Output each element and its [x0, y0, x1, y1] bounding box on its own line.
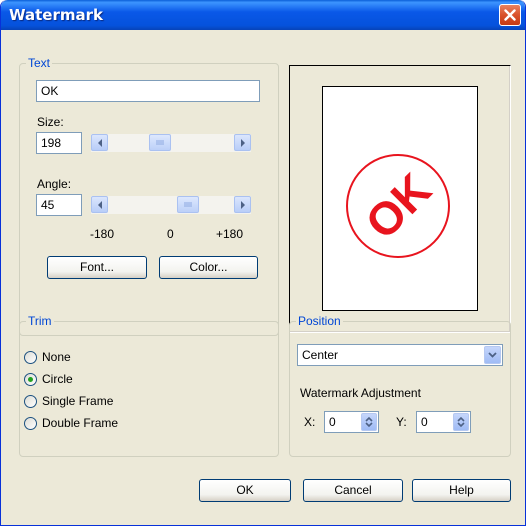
trim-option-label: None — [42, 350, 71, 364]
size-slider[interactable] — [91, 134, 251, 152]
watermark-dialog: Watermark Text OK Size: 198 Angle: 45 -1… — [0, 0, 526, 526]
angle-slider[interactable] — [91, 196, 251, 214]
ok-button[interactable]: OK — [199, 479, 291, 502]
watermark-adjustment-label: Watermark Adjustment — [300, 386, 421, 400]
trim-option-none[interactable]: None — [24, 348, 71, 366]
angle-slider-thumb[interactable] — [177, 196, 199, 213]
spin-arrows-icon — [457, 416, 465, 428]
y-spinner-buttons[interactable] — [453, 413, 469, 431]
arrow-left-icon — [97, 200, 102, 209]
trim-group-legend: Trim — [28, 314, 52, 328]
dialog-client-area: Text OK Size: 198 Angle: 45 -180 0 +180 … — [4, 30, 522, 522]
angle-slider-right-button[interactable] — [234, 196, 251, 213]
font-button[interactable]: Font... — [47, 256, 147, 279]
close-button[interactable] — [499, 4, 521, 26]
angle-slider-left-button[interactable] — [91, 196, 108, 213]
position-dropdown-button[interactable] — [484, 346, 501, 364]
angle-max-label: +180 — [216, 227, 244, 241]
size-label: Size: — [37, 115, 64, 129]
radio-single-frame[interactable] — [24, 394, 37, 408]
angle-min-label: -180 — [90, 227, 115, 241]
radio-circle[interactable] — [24, 372, 37, 386]
position-dropdown[interactable]: Center — [297, 344, 503, 366]
trim-option-double-frame[interactable]: Double Frame — [24, 414, 118, 432]
radio-none[interactable] — [24, 350, 37, 364]
trim-option-label: Circle — [42, 372, 73, 386]
size-slider-right-button[interactable] — [234, 134, 251, 151]
watermark-preview-circle: OK — [346, 154, 450, 258]
arrow-right-icon — [240, 200, 245, 209]
y-value: 0 — [421, 415, 428, 429]
position-group-legend: Position — [298, 314, 341, 328]
trim-option-label: Single Frame — [42, 394, 114, 408]
grip-icon — [156, 140, 164, 145]
angle-mid-label: 0 — [167, 227, 174, 241]
title-bar[interactable]: Watermark — [1, 0, 525, 30]
trim-option-label: Double Frame — [42, 416, 119, 430]
window-title: Watermark — [9, 6, 103, 24]
text-group-legend: Text — [28, 56, 51, 70]
preview-page: OK — [322, 86, 478, 311]
position-selected-value: Center — [302, 348, 339, 362]
watermark-preview-text: OK — [355, 163, 441, 249]
trim-option-single-frame[interactable]: Single Frame — [24, 392, 113, 410]
close-icon — [504, 9, 516, 21]
size-slider-left-button[interactable] — [91, 134, 108, 151]
x-spinner-buttons[interactable] — [361, 413, 377, 431]
y-spinner[interactable]: 0 — [416, 411, 471, 433]
x-label: X: — [304, 415, 316, 429]
cancel-button[interactable]: Cancel — [303, 479, 403, 502]
help-button[interactable]: Help — [412, 479, 511, 502]
chevron-down-icon — [488, 352, 497, 358]
y-label: Y: — [396, 415, 407, 429]
spin-arrows-icon — [365, 416, 373, 428]
arrow-right-icon — [240, 138, 245, 147]
color-button[interactable]: Color... — [159, 256, 258, 279]
angle-input[interactable]: 45 — [36, 194, 82, 216]
size-input[interactable]: 198 — [36, 132, 82, 154]
x-spinner[interactable]: 0 — [324, 411, 379, 433]
x-value: 0 — [329, 415, 336, 429]
trim-option-circle[interactable]: Circle — [24, 370, 73, 388]
angle-label: Angle: — [37, 177, 72, 191]
watermark-text-input[interactable]: OK — [36, 80, 260, 102]
grip-icon — [184, 202, 192, 207]
radio-double-frame[interactable] — [24, 416, 37, 430]
size-slider-thumb[interactable] — [149, 134, 171, 151]
arrow-left-icon — [97, 138, 102, 147]
preview-panel: OK — [289, 65, 511, 333]
